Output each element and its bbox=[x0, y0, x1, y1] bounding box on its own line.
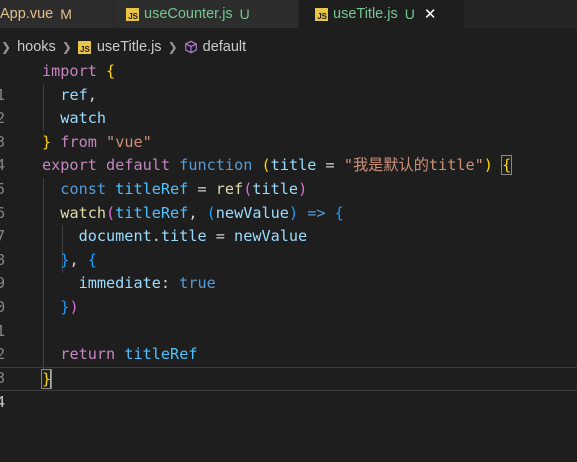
code-editor[interactable]: 1 import { 2 ref, 3 watch 4 } from "vue"… bbox=[0, 60, 577, 411]
close-icon[interactable]: ✕ bbox=[424, 5, 437, 23]
js-file-icon: JS bbox=[315, 7, 328, 21]
code-line: 3 return titleRef bbox=[0, 343, 577, 387]
token: ) bbox=[288, 203, 299, 222]
breadcrumb-file[interactable]: useTitle.js bbox=[97, 39, 162, 55]
breadcrumb: ❯ hooks ❯ JS useTitle.js ❯ default bbox=[0, 36, 246, 58]
token: titleRef bbox=[115, 203, 189, 222]
token: { bbox=[106, 62, 116, 80]
token: titleRef bbox=[115, 180, 189, 198]
token: function bbox=[179, 156, 253, 175]
tab-file-name: useTitle.js bbox=[333, 6, 398, 22]
token: ref bbox=[60, 85, 88, 104]
token: ) bbox=[69, 298, 79, 316]
token: { bbox=[334, 203, 344, 222]
code-line: 9 }, { bbox=[0, 249, 577, 293]
breadcrumb-folder[interactable]: hooks bbox=[17, 39, 56, 55]
token: export bbox=[42, 156, 97, 175]
code-line: 6 const titleRef = ref(title) bbox=[0, 178, 577, 222]
code-line: 8 document.title = newValue bbox=[0, 225, 577, 269]
token: "我是默认的title" bbox=[343, 156, 484, 175]
token: document bbox=[78, 227, 152, 246]
code-line: 1 import { bbox=[0, 60, 577, 104]
tab-untracked-badge: U bbox=[239, 6, 250, 22]
code-line: 5 export default function (title = "我是默认… bbox=[0, 154, 577, 198]
breadcrumb-symbol[interactable]: default bbox=[203, 39, 247, 55]
token: watch bbox=[60, 203, 107, 222]
token: => bbox=[298, 203, 335, 222]
code-line: 2 ref, bbox=[0, 84, 577, 128]
token: ( bbox=[261, 156, 271, 175]
token: ( bbox=[243, 180, 253, 198]
matched-bracket: { bbox=[501, 155, 513, 176]
token: ( bbox=[206, 203, 216, 222]
code-line: 2 bbox=[0, 320, 577, 363]
tab-modified-badge: M bbox=[60, 6, 72, 22]
js-file-icon: JS bbox=[126, 7, 139, 21]
code-line: 4 } from "vue" bbox=[0, 131, 577, 175]
token: , bbox=[69, 250, 88, 269]
code-line: 3 watch bbox=[0, 107, 577, 151]
token: { bbox=[87, 250, 97, 269]
tab-app-vue[interactable]: App.vue M bbox=[0, 0, 113, 28]
token: ) bbox=[483, 156, 493, 175]
code-line: 1 }) bbox=[0, 296, 577, 340]
token: titleRef bbox=[124, 345, 198, 364]
tab-usetitle-js[interactable]: JS useTitle.js U ✕ bbox=[299, 0, 464, 28]
token: ref bbox=[215, 180, 244, 198]
line-number: 4 bbox=[0, 393, 6, 412]
symbol-cube-icon bbox=[184, 40, 197, 54]
token: title bbox=[160, 227, 207, 246]
tab-usecounter-js[interactable]: JS useCounter.js U bbox=[114, 0, 298, 28]
code-line: 7 watch(titleRef, (newValue) => { bbox=[0, 202, 577, 246]
token: } bbox=[42, 132, 52, 151]
token: , bbox=[188, 203, 207, 222]
token: = bbox=[316, 156, 344, 175]
token: title bbox=[270, 156, 317, 175]
js-file-icon: JS bbox=[77, 40, 91, 54]
chevron-right-icon: ❯ bbox=[1, 40, 12, 54]
tab-untracked-badge: U bbox=[404, 6, 415, 22]
token: return bbox=[60, 345, 116, 364]
token: newValue bbox=[215, 203, 289, 222]
token: from bbox=[60, 132, 97, 151]
token: watch bbox=[60, 109, 107, 128]
tab-file-name: App.vue bbox=[0, 6, 54, 22]
token: . bbox=[151, 227, 161, 246]
tab-bar: App.vue M JS useCounter.js U JS useTitle… bbox=[0, 0, 577, 28]
token: const bbox=[60, 180, 107, 198]
token: , bbox=[87, 85, 97, 104]
token: import bbox=[42, 62, 97, 80]
chevron-right-icon: ❯ bbox=[61, 40, 72, 54]
code-line-current: 4 } bbox=[0, 366, 577, 411]
token: title bbox=[252, 180, 299, 198]
token: "vue" bbox=[106, 132, 152, 151]
token: ( bbox=[106, 203, 116, 222]
token: default bbox=[106, 156, 171, 175]
token: = bbox=[206, 227, 235, 246]
tab-file-name: useCounter.js bbox=[144, 6, 233, 22]
token: ) bbox=[298, 180, 308, 198]
code-line: 0 immediate: true bbox=[0, 272, 577, 316]
token: true bbox=[179, 274, 216, 293]
chevron-right-icon: ❯ bbox=[167, 40, 178, 54]
token: newValue bbox=[234, 227, 308, 246]
token: : bbox=[160, 274, 180, 293]
text-cursor bbox=[50, 370, 53, 389]
token: = bbox=[188, 180, 216, 198]
token: immediate bbox=[78, 274, 161, 293]
